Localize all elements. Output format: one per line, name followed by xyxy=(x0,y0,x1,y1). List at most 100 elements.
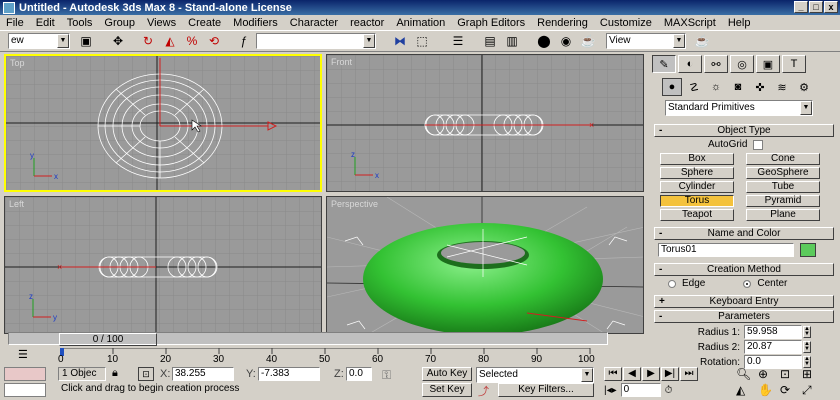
time-slider-track[interactable]: 0 / 100 xyxy=(8,332,608,346)
lock-selection-icon[interactable]: 🔒︎ xyxy=(112,367,118,380)
arc-rotate-icon[interactable]: ⟳ xyxy=(780,383,802,398)
menu-file[interactable]: File xyxy=(6,17,24,29)
set-key-icon[interactable]: ⤴ xyxy=(478,383,489,399)
cylinder-button[interactable]: Cylinder xyxy=(660,181,734,193)
maxscript-listener-white[interactable] xyxy=(4,383,46,397)
torus-button[interactable]: Torus xyxy=(660,195,734,207)
box-button[interactable]: Box xyxy=(660,153,734,165)
viewport-perspective[interactable]: Perspective xyxy=(326,196,644,334)
menu-character[interactable]: Character xyxy=(290,17,338,29)
curve-editor-icon[interactable]: ▤ xyxy=(480,32,500,50)
pyramid-button[interactable]: Pyramid xyxy=(746,195,820,207)
radius2-spinner[interactable]: ▲ ▼ xyxy=(803,341,811,353)
zoom-all-icon[interactable]: ⊕ xyxy=(758,367,780,381)
systems-icon[interactable]: ⚙ xyxy=(794,78,814,96)
menu-animation[interactable]: Animation xyxy=(396,17,445,29)
set-key-button[interactable]: Set Key xyxy=(422,383,472,397)
maximize-viewport-icon[interactable]: ⤢ xyxy=(802,383,824,398)
parameters-rollout[interactable]: - Parameters xyxy=(654,310,834,323)
geosphere-button[interactable]: GeoSphere xyxy=(746,167,820,179)
absolute-mode-icon[interactable]: ⊡ xyxy=(138,367,154,381)
track-bar[interactable]: ☰ 0 10 20 30 40 50 60 70 80 90 100 xyxy=(0,348,640,366)
material-editor-icon[interactable]: ⬤ xyxy=(534,32,554,50)
viewport-top[interactable]: y x Top xyxy=(4,54,322,192)
field-of-view-icon[interactable]: ◭ xyxy=(736,383,758,398)
render-type-dropdown[interactable]: View ▼ xyxy=(606,33,686,49)
x-coord-field[interactable]: 38.255 xyxy=(172,367,234,381)
go-to-start-icon[interactable]: ⏮ xyxy=(604,367,622,381)
viewport-top-label[interactable]: Top xyxy=(10,58,25,68)
next-frame-icon[interactable]: ▶| xyxy=(661,367,679,381)
quick-render-icon[interactable]: ☕ xyxy=(578,32,598,50)
teapot-button[interactable]: Teapot xyxy=(660,209,734,221)
plane-button[interactable]: Plane xyxy=(746,209,820,221)
menu-modifiers[interactable]: Modifiers xyxy=(233,17,278,29)
viewport-perspective-label[interactable]: Perspective xyxy=(331,199,378,209)
object-name-field[interactable]: Torus01 xyxy=(658,243,794,257)
auto-key-button[interactable]: Auto Key xyxy=(422,367,472,381)
name-color-rollout[interactable]: - Name and Color xyxy=(654,227,834,240)
hierarchy-tab-icon[interactable]: ⚯ xyxy=(704,55,728,73)
time-config-icon[interactable]: ⏱ xyxy=(665,385,673,396)
viewport-front-label[interactable]: Front xyxy=(331,57,352,67)
schematic-view-icon[interactable]: ▥ xyxy=(502,32,522,50)
align-icon[interactable]: ⬚ xyxy=(412,32,432,50)
layer-manager-icon[interactable]: ☰ xyxy=(448,32,468,50)
sphere-button[interactable]: Sphere xyxy=(660,167,734,179)
geometry-icon[interactable]: ● xyxy=(662,78,682,96)
z-coord-field[interactable]: 0.0 xyxy=(346,367,372,381)
cameras-icon[interactable]: ◙ xyxy=(728,78,748,96)
menu-customize[interactable]: Customize xyxy=(600,17,652,29)
select-move-icon[interactable]: ✥ xyxy=(108,32,128,50)
menu-help[interactable]: Help xyxy=(728,17,751,29)
autogrid-checkbox[interactable] xyxy=(753,139,764,150)
time-slider[interactable]: 0 / 100 xyxy=(4,332,644,346)
display-tab-icon[interactable]: ▣ xyxy=(756,55,780,73)
time-slider-thumb[interactable]: 0 / 100 xyxy=(59,333,157,346)
go-to-end-icon[interactable]: ⏭ xyxy=(680,367,698,381)
select-scale-icon[interactable]: ◭ xyxy=(160,32,180,50)
render-scene-icon[interactable]: ◉ xyxy=(556,32,576,50)
zoom-extents-all-icon[interactable]: ⊞ xyxy=(802,367,824,381)
object-color-swatch[interactable] xyxy=(800,243,816,257)
select-rotate-icon[interactable]: ↻ xyxy=(138,32,158,50)
shapes-icon[interactable]: ☡ xyxy=(684,78,704,96)
pan-icon[interactable]: ✋ xyxy=(758,383,780,398)
maxscript-listener-pink[interactable] xyxy=(4,367,46,381)
selection-filter-dropdown[interactable]: ew ▼ xyxy=(8,33,70,49)
modify-tab-icon[interactable]: ◐ xyxy=(678,55,702,73)
y-coord-field[interactable]: -7.383 xyxy=(258,367,320,381)
lights-icon[interactable]: ☼ xyxy=(706,78,726,96)
radius1-spinner[interactable]: ▲ ▼ xyxy=(803,326,811,338)
category-dropdown[interactable]: Standard Primitives ▼ xyxy=(665,100,813,116)
edge-radio[interactable] xyxy=(668,279,676,288)
creation-method-rollout[interactable]: - Creation Method xyxy=(654,263,834,276)
radius2-field[interactable]: 20.87 xyxy=(744,340,802,354)
menu-edit[interactable]: Edit xyxy=(36,17,55,29)
zoom-icon[interactable]: 🔍︎ xyxy=(736,367,758,381)
key-mode-toggle-icon[interactable]: |◂▸ xyxy=(604,385,617,396)
menu-group[interactable]: Group xyxy=(104,17,135,29)
key-mode-dropdown[interactable]: Selected ▼ xyxy=(476,367,594,383)
app-icon[interactable] xyxy=(3,1,15,14)
helpers-icon[interactable]: ✜ xyxy=(750,78,770,96)
space-warps-icon[interactable]: ≋ xyxy=(772,78,792,96)
menu-reactor[interactable]: reactor xyxy=(350,17,384,29)
center-radio[interactable] xyxy=(743,279,752,288)
menu-create[interactable]: Create xyxy=(188,17,221,29)
menu-tools[interactable]: Tools xyxy=(67,17,93,29)
viewport-left-label[interactable]: Left xyxy=(9,199,24,209)
percent-snap-icon[interactable]: % xyxy=(182,32,202,50)
close-button[interactable]: x xyxy=(824,1,838,13)
maximize-button[interactable]: □ xyxy=(809,1,823,13)
object-type-rollout[interactable]: - Object Type xyxy=(654,124,834,137)
current-frame-field[interactable]: 0 xyxy=(620,383,661,397)
keyboard-entry-rollout[interactable]: + Keyboard Entry xyxy=(654,295,834,308)
edit-named-selection-icon[interactable]: ƒ xyxy=(234,32,254,50)
tube-button[interactable]: Tube xyxy=(746,181,820,193)
minimize-button[interactable]: _ xyxy=(794,1,808,13)
menu-graph-editors[interactable]: Graph Editors xyxy=(457,17,525,29)
create-tab-icon[interactable]: ✎ xyxy=(652,55,676,73)
viewport-front[interactable]: × z x Front xyxy=(326,54,644,192)
menu-views[interactable]: Views xyxy=(147,17,176,29)
